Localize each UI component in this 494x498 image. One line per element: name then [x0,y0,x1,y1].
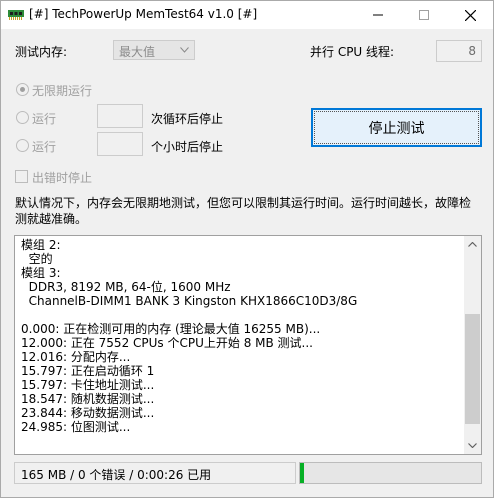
log-line: 15.797: 正在启动循环 1 [21,364,155,378]
maximize-icon [419,10,429,20]
run-hours-label: 运行 [32,140,57,154]
log-line: 23.844: 移动数据测试... [21,406,155,420]
log-textarea[interactable]: 模组 2: 空的 模组 3: DDR3, 8192 MB, 64-位, 1600 … [14,235,482,455]
chevron-down-icon [468,443,477,448]
chevron-down-icon [180,47,189,53]
log-line: ChannelB-DIMM1 BANK 3 Kingston KHX1866C1… [21,294,358,308]
cycles-suffix: 次循环后停止 [151,112,224,126]
scroll-thumb[interactable] [465,313,480,424]
memory-module-icon [8,10,24,20]
log-line: 12.016: 分配内存... [21,350,131,364]
close-button[interactable] [447,1,493,29]
run-cycles-label: 运行 [32,112,57,126]
stop-on-error-label: 出错时停止 [32,171,93,185]
log-line: 空的 [21,252,53,266]
log-line: 24.985: 位图测试... [21,420,131,434]
stop-test-button[interactable]: 停止测试 [311,108,482,147]
close-icon [464,9,476,21]
log-line: 模组 2: [21,238,61,252]
minimize-icon [373,14,383,16]
minimize-button[interactable] [355,1,401,29]
chevron-up-icon [468,242,477,247]
run-unlimited-label: 无限期运行 [32,84,93,98]
status-field: 165 MB / 0 个错误 / 0:00:26 已用 [14,462,296,484]
progress-fill [300,463,304,483]
log-line: 12.000: 正在 7552 CPUs 个CPU上开始 8 MB 测试... [21,336,313,350]
threads-label: 并行 CPU 线程: [310,45,395,59]
log-line: DDR3, 8192 MB, 64-位, 1600 MHz [21,280,231,294]
hours-input[interactable] [97,132,143,156]
main-window: [#] TechPowerUp MemTest64 v1.0 [#] 测试内存:… [0,0,494,498]
log-scrollbar[interactable] [464,236,481,454]
log-line: 18.547: 随机数据测试... [21,392,155,406]
log-lines: 模组 2: 空的 模组 3: DDR3, 8192 MB, 64-位, 1600 … [21,238,461,434]
description-text: 默认情况下，内存会无限期地测试，但您可以限制其运行时间。运行时间越长，故障检测就… [15,196,472,226]
threads-input[interactable]: 8 [436,40,482,62]
scroll-down-button[interactable] [464,437,481,454]
memory-select-value: 最大值 [119,45,156,59]
title-bar[interactable]: [#] TechPowerUp MemTest64 v1.0 [#] [1,1,493,29]
memory-label: 测试内存: [15,45,68,59]
log-line: 0.000: 正在检测可用的内存 (理论最大值 16255 MB)... [21,322,321,336]
memory-select[interactable]: 最大值 [113,40,195,60]
scroll-up-button[interactable] [464,236,481,253]
maximize-button[interactable] [401,1,447,29]
run-cycles-radio[interactable] [16,111,29,124]
focus-rect [314,111,479,144]
stop-on-error-checkbox[interactable] [15,170,28,183]
progress-bar [299,462,482,484]
threads-value: 8 [468,44,476,58]
cycles-input[interactable] [97,104,143,128]
window-title: [#] TechPowerUp MemTest64 v1.0 [#] [29,7,258,21]
log-line: 15.797: 卡住地址测试... [21,378,155,392]
status-text: 165 MB / 0 个错误 / 0:00:26 已用 [21,468,212,482]
hours-suffix: 个小时后停止 [151,140,224,154]
log-line: 模组 3: [21,266,61,280]
run-hours-radio[interactable] [16,139,29,152]
run-unlimited-radio[interactable] [16,83,29,96]
